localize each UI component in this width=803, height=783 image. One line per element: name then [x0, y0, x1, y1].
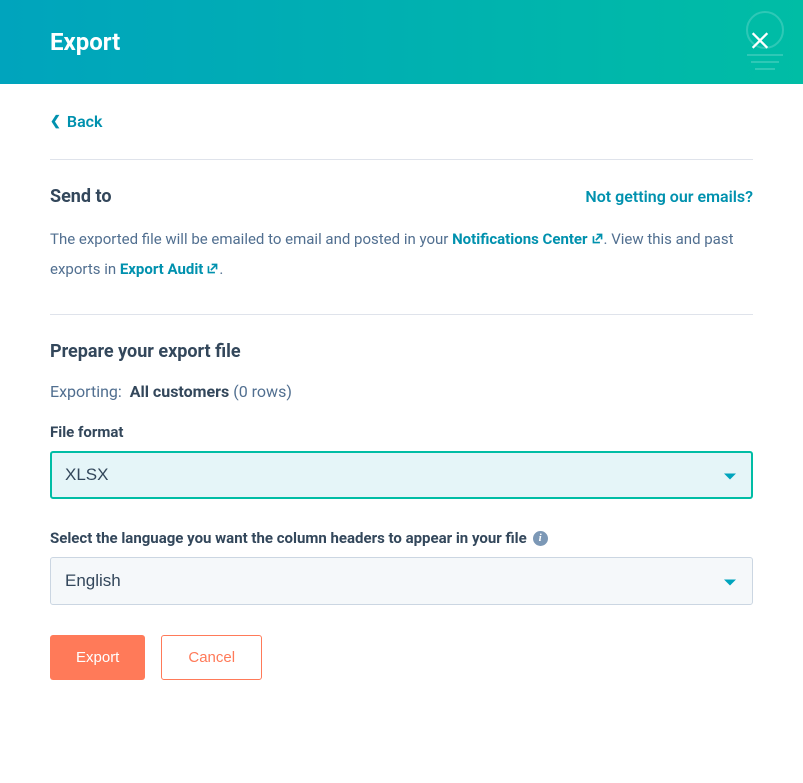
divider — [50, 159, 753, 160]
info-icon[interactable]: i — [533, 531, 548, 546]
back-link[interactable]: ❮ Back — [50, 112, 102, 131]
exporting-line: Exporting: All customers (0 rows) — [50, 382, 753, 401]
exporting-rows: (0 rows) — [233, 382, 292, 401]
send-to-row: Send to Not getting our emails? — [50, 186, 753, 207]
file-format-select-wrap: XLSX — [50, 451, 753, 499]
exporting-value: All customers — [130, 382, 230, 401]
notifications-center-link[interactable]: Notifications Center — [452, 230, 603, 248]
language-label: Select the language you want the column … — [50, 529, 753, 547]
divider — [50, 314, 753, 315]
send-to-description: The exported file will be emailed to ema… — [50, 225, 753, 284]
desc-text-pre: The exported file will be emailed to ema… — [50, 230, 452, 248]
external-link-icon — [591, 226, 604, 255]
language-select[interactable]: English — [50, 557, 753, 605]
send-to-heading: Send to — [50, 186, 112, 207]
export-audit-link[interactable]: Export Audit — [120, 260, 220, 278]
chevron-left-icon: ❮ — [50, 114, 61, 129]
file-format-select[interactable]: XLSX — [50, 451, 753, 499]
desc-text-post: . — [219, 260, 223, 278]
close-button[interactable] — [741, 22, 779, 63]
email-help-link[interactable]: Not getting our emails? — [585, 187, 753, 206]
button-row: Export Cancel — [50, 635, 753, 680]
cancel-button[interactable]: Cancel — [161, 635, 262, 680]
file-format-value: XLSX — [65, 465, 108, 484]
export-button[interactable]: Export — [50, 635, 145, 680]
language-value: English — [65, 571, 121, 590]
modal-title: Export — [50, 28, 120, 56]
exporting-label: Exporting: — [50, 382, 122, 401]
external-link-icon — [206, 256, 219, 285]
language-select-wrap: English — [50, 557, 753, 605]
close-icon — [749, 40, 771, 55]
language-label-text: Select the language you want the column … — [50, 529, 527, 547]
file-format-label: File format — [50, 423, 753, 441]
modal-header: Export — [0, 0, 803, 84]
modal-body: ❮ Back Send to Not getting our emails? T… — [0, 84, 803, 720]
prepare-heading: Prepare your export file — [50, 341, 753, 362]
back-label: Back — [67, 112, 103, 131]
